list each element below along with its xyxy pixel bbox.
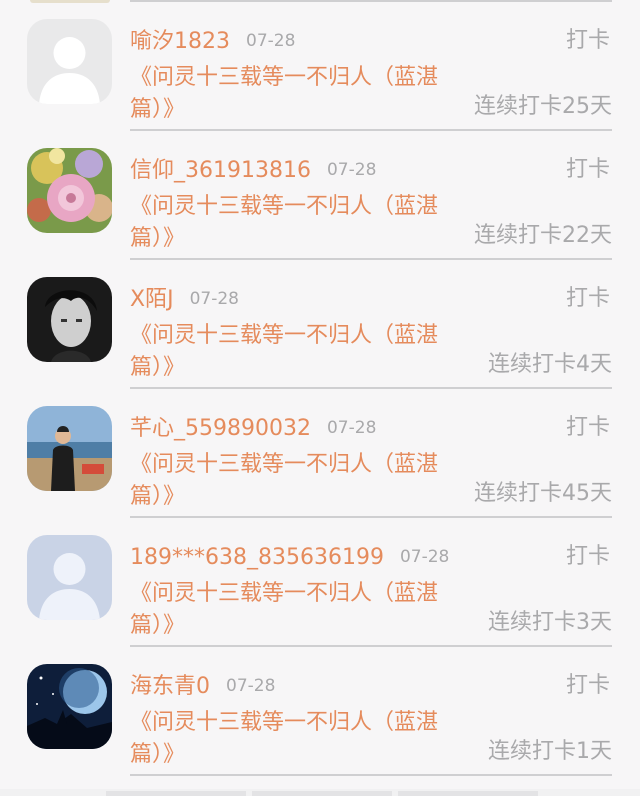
streak-count: 连续打卡1天 [488, 739, 612, 764]
book-title[interactable]: 《问灵十三载等一不归人（蓝湛篇）》 [130, 578, 460, 642]
book-title[interactable]: 《问灵十三载等一不归人（蓝湛篇）》 [130, 707, 460, 771]
bw-portrait-icon [27, 277, 112, 362]
book-title[interactable]: 《问灵十三载等一不归人（蓝湛篇）》 [130, 191, 460, 255]
bottom-bar [0, 789, 640, 796]
username[interactable]: 海东青0 07-28 [130, 671, 275, 702]
list-item[interactable]: 信仰_361913816 07-28 打卡 《问灵十三载等一不归人（蓝湛篇）》 连… [0, 129, 640, 260]
default-user-icon [27, 19, 112, 104]
list-item[interactable]: 芊心_559890032 07-28 打卡 《问灵十三载等一不归人（蓝湛篇）》 连… [0, 387, 640, 518]
bottom-bar-segment [252, 791, 392, 796]
post-date: 07-28 [326, 418, 377, 438]
avatar[interactable] [27, 277, 112, 362]
checkin-label: 打卡 [565, 415, 610, 440]
book-title[interactable]: 《问灵十三载等一不归人（蓝湛篇）》 [130, 449, 460, 513]
avatar[interactable] [27, 664, 112, 749]
night-moon-icon [27, 664, 112, 749]
avatar[interactable] [27, 19, 112, 104]
streak-count: 连续打卡45天 [474, 481, 612, 506]
post-date: 07-28 [399, 547, 450, 567]
post-date: 07-28 [246, 31, 296, 51]
post-date: 07-28 [226, 676, 276, 696]
avatar[interactable] [27, 148, 112, 233]
checkin-label: 打卡 [565, 673, 610, 698]
list-item[interactable]: 海东青0 07-28 打卡 《问灵十三载等一不归人（蓝湛篇）》 连续打卡1天 [0, 645, 640, 776]
checkin-list-screen: 喻汐1823 07-28 打卡 《问灵十三载等一不归人（蓝湛篇）》 连续打卡25天 [0, 0, 640, 796]
list-item[interactable]: X陌J 07-28 打卡 《问灵十三载等一不归人（蓝湛篇）》 连续打卡4天 [0, 258, 640, 389]
username[interactable]: 189***638_835636199 07-28 [130, 542, 449, 573]
divider [130, 774, 612, 776]
username[interactable]: 信仰_361913816 07-28 [130, 155, 376, 186]
avatar[interactable] [27, 535, 112, 620]
streak-count: 连续打卡3天 [488, 610, 612, 635]
username[interactable]: 芊心_559890032 07-28 [130, 413, 376, 444]
checkin-label: 打卡 [565, 286, 610, 311]
post-date: 07-28 [326, 160, 377, 180]
outdoor-person-icon [27, 406, 112, 491]
book-title[interactable]: 《问灵十三载等一不归人（蓝湛篇）》 [130, 320, 460, 384]
avatar[interactable] [27, 406, 112, 491]
checkin-label: 打卡 [565, 157, 610, 182]
list-item[interactable]: 喻汐1823 07-28 打卡 《问灵十三载等一不归人（蓝湛篇）》 连续打卡25天 [0, 0, 640, 131]
list-item[interactable]: 189***638_835636199 07-28 打卡 《问灵十三载等一不归人（… [0, 516, 640, 647]
bottom-bar-segment [106, 791, 246, 796]
flower-bouquet-icon [27, 148, 112, 233]
streak-count: 连续打卡22天 [474, 223, 612, 248]
streak-count: 连续打卡4天 [488, 352, 612, 377]
book-title[interactable]: 《问灵十三载等一不归人（蓝湛篇）》 [130, 62, 460, 126]
username[interactable]: X陌J 07-28 [130, 284, 239, 315]
checkin-label: 打卡 [565, 28, 610, 53]
checkin-label: 打卡 [565, 544, 610, 569]
bottom-bar-segment [398, 791, 538, 796]
default-user-icon [27, 535, 112, 620]
username[interactable]: 喻汐1823 07-28 [130, 26, 295, 57]
post-date: 07-28 [189, 289, 239, 309]
streak-count: 连续打卡25天 [474, 94, 612, 119]
